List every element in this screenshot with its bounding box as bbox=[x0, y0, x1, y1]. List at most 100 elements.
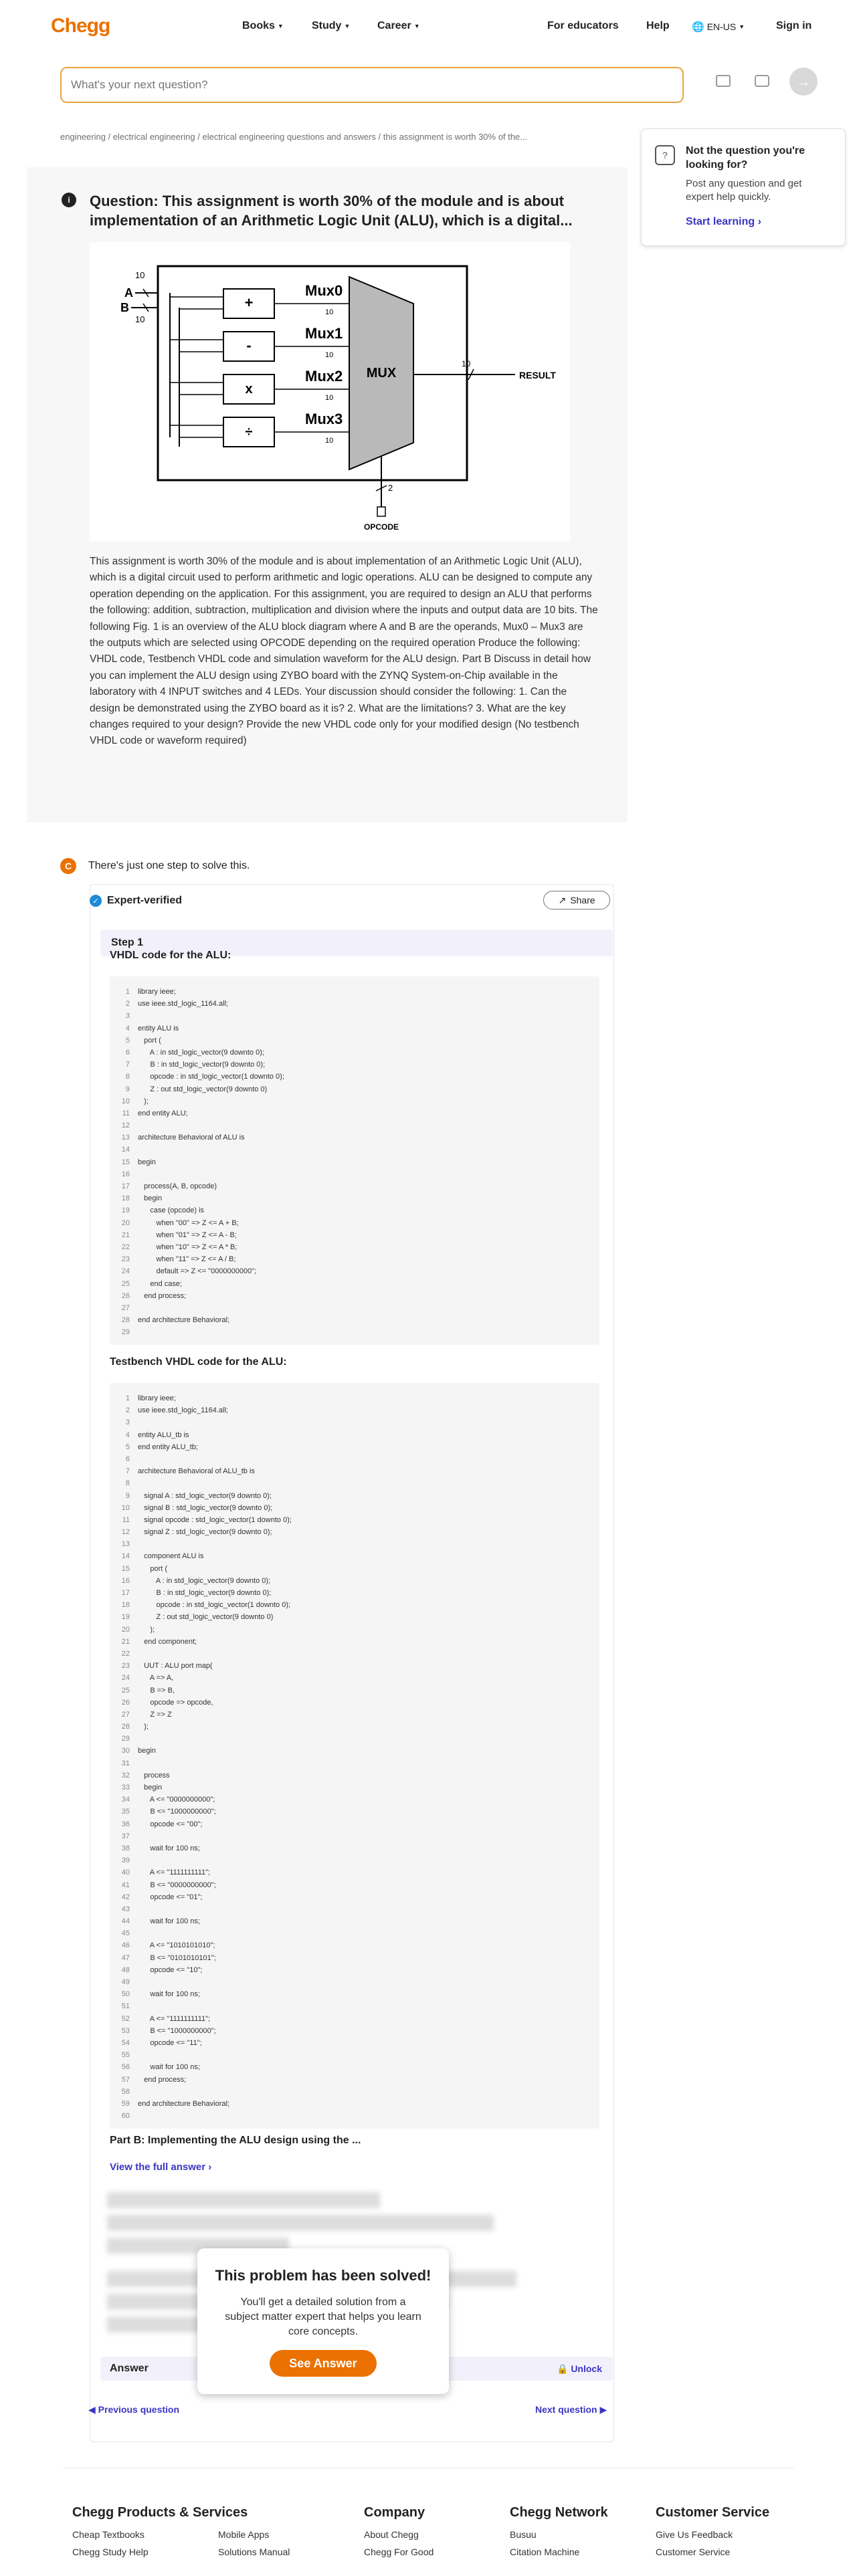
line-number: 29 bbox=[121, 1735, 130, 1743]
code-line: 51 bbox=[110, 2000, 599, 2012]
line-number: 48 bbox=[121, 1965, 130, 1974]
footer-link[interactable]: Citation Machine bbox=[510, 2547, 579, 2557]
footer-link[interactable]: Mobile Apps bbox=[218, 2529, 269, 2540]
code-text: opcode <= "10"; bbox=[138, 1965, 203, 1974]
line-number: 7 bbox=[125, 1467, 130, 1476]
sign-in-link[interactable]: Sign in bbox=[776, 20, 812, 32]
code-text: end entity ALU; bbox=[138, 1109, 188, 1117]
code-text: process bbox=[138, 1771, 170, 1780]
line-number: 37 bbox=[121, 1832, 130, 1840]
code-text: component ALU is bbox=[138, 1552, 204, 1561]
code-line: 5 end entity ALU_tb; bbox=[110, 1441, 599, 1453]
code-line: 46 A <= "1010101010"; bbox=[110, 1939, 599, 1951]
code-text: when "10" => Z <= A * B; bbox=[138, 1243, 237, 1251]
code-line: 6 A : in std_logic_vector(9 downto 0); bbox=[110, 1047, 599, 1059]
line-number: 33 bbox=[121, 1784, 130, 1792]
footer-link[interactable]: Chegg Study Help bbox=[72, 2547, 149, 2557]
code-line: 43 bbox=[110, 1903, 599, 1915]
code-line: 3 bbox=[110, 1416, 599, 1428]
footer-link[interactable]: Chegg For Good bbox=[364, 2547, 434, 2557]
line-number: 40 bbox=[121, 1868, 130, 1877]
question-bubble-icon: ? bbox=[655, 145, 675, 165]
code-text: opcode : in std_logic_vector(1 downto 0)… bbox=[138, 1601, 291, 1610]
footer-link[interactable]: Give Us Feedback bbox=[656, 2529, 733, 2540]
code-text: A : in std_logic_vector(9 downto 0); bbox=[138, 1048, 264, 1057]
line-number: 5 bbox=[125, 1036, 130, 1045]
code-line: 41 B <= "0000000000"; bbox=[110, 1879, 599, 1891]
line-number: 39 bbox=[121, 1856, 130, 1865]
code-line: 20 when "00" => Z <= A + B; bbox=[110, 1217, 599, 1229]
footer-link[interactable]: About Chegg bbox=[364, 2529, 419, 2540]
previous-question-label: Previous question bbox=[98, 2404, 180, 2415]
nav-career[interactable]: Career ▼ bbox=[377, 20, 420, 32]
lock-icon: 🔒 bbox=[556, 2363, 569, 2374]
footer-products-title: Chegg Products & Services bbox=[72, 2505, 248, 2520]
line-number: 16 bbox=[121, 1170, 130, 1178]
code-line: 11 end entity ALU; bbox=[110, 1107, 599, 1119]
line-number: 18 bbox=[121, 1601, 130, 1610]
chegg-logo[interactable]: Chegg bbox=[51, 15, 110, 37]
code-text: case (opcode) is bbox=[138, 1206, 205, 1215]
calculator-icon[interactable] bbox=[755, 75, 769, 87]
op-div: ÷ bbox=[246, 425, 253, 439]
view-full-answer-link[interactable]: View the full answer › bbox=[110, 2161, 211, 2173]
line-number: 10 bbox=[121, 1097, 130, 1105]
search-submit-button[interactable]: → bbox=[789, 68, 818, 96]
next-question-label: Next question bbox=[535, 2404, 597, 2415]
modal-text: You'll get a detailed solution from a su… bbox=[225, 2296, 421, 2337]
code-line: 44 wait for 100 ns; bbox=[110, 1915, 599, 1927]
footer-link[interactable]: Solutions Manual bbox=[218, 2547, 290, 2557]
code-line: 22 when "10" => Z <= A * B; bbox=[110, 1241, 599, 1253]
line-number: 27 bbox=[121, 1303, 130, 1312]
line-number: 17 bbox=[121, 1182, 130, 1190]
line-number: 24 bbox=[121, 1267, 130, 1276]
for-educators-link[interactable]: For educators bbox=[547, 20, 619, 32]
code-line: 27 bbox=[110, 1302, 599, 1314]
image-search-icon[interactable] bbox=[716, 75, 731, 87]
code-text: signal B : std_logic_vector(9 downto 0); bbox=[138, 1503, 273, 1512]
code-line: 52 A <= "1111111111"; bbox=[110, 2013, 599, 2025]
code-line: 1 library ieee; bbox=[110, 986, 599, 998]
code-line: 6 bbox=[110, 1453, 599, 1465]
code-text: signal A : std_logic_vector(9 downto 0); bbox=[138, 1491, 272, 1500]
code-line: 26 end process; bbox=[110, 1290, 599, 1302]
unlock-button[interactable]: 🔒 Unlock bbox=[557, 2363, 602, 2375]
locale-selector[interactable]: 🌐 EN-US ▼ bbox=[692, 21, 745, 33]
expert-verified-badge: ✓ Expert-verified bbox=[90, 895, 182, 907]
previous-question-link[interactable]: ◀ Previous question bbox=[88, 2404, 179, 2416]
nav-study[interactable]: Study ▼ bbox=[312, 20, 350, 32]
code-text: end architecture Behavioral; bbox=[138, 1316, 229, 1325]
code-line: 8 opcode : in std_logic_vector(1 downto … bbox=[110, 1071, 599, 1083]
share-button[interactable]: ↗ Share bbox=[543, 891, 610, 909]
footer-link[interactable]: Customer Service bbox=[656, 2547, 730, 2557]
op-mul: x bbox=[245, 382, 252, 397]
footer-link[interactable]: Cheap Textbooks bbox=[72, 2529, 145, 2540]
code-line: 16 A : in std_logic_vector(9 downto 0); bbox=[110, 1575, 599, 1587]
code-line: 48 opcode <= "10"; bbox=[110, 1964, 599, 1976]
code-text: library ieee; bbox=[138, 988, 176, 996]
code-text: B : in std_logic_vector(9 downto 0); bbox=[138, 1061, 266, 1069]
breadcrumb[interactable]: engineering / electrical engineering / e… bbox=[60, 132, 527, 142]
question-body: This assignment is worth 30% of the modu… bbox=[90, 556, 598, 747]
code-line: 16 bbox=[110, 1168, 599, 1180]
search-input[interactable]: What's your next question? bbox=[60, 67, 684, 103]
help-link[interactable]: Help bbox=[646, 20, 670, 32]
code-line: 54 opcode <= "11"; bbox=[110, 2037, 599, 2049]
line-number: 43 bbox=[121, 1905, 130, 1913]
code-text: port ( bbox=[138, 1036, 161, 1045]
locale-label: EN-US bbox=[706, 21, 737, 32]
testbench-code-block: 1 library ieee; 2 use ieee.std_logic_1164.a… bbox=[110, 1383, 599, 2129]
code-line: 15 begin bbox=[110, 1156, 599, 1168]
question-title: Question: This assignment is worth 30% o… bbox=[90, 193, 573, 229]
line-number: 26 bbox=[121, 1698, 130, 1707]
line-number: 12 bbox=[121, 1121, 130, 1130]
code-line: 45 bbox=[110, 1927, 599, 1939]
start-learning-link[interactable]: Start learning › bbox=[686, 216, 761, 228]
footer-link[interactable]: Busuu bbox=[510, 2529, 537, 2540]
next-question-link[interactable]: Next question ▶ bbox=[535, 2404, 607, 2416]
see-answer-button[interactable]: See Answer bbox=[270, 2350, 377, 2377]
code-text: ); bbox=[138, 1723, 149, 1731]
nav-books[interactable]: Books ▼ bbox=[242, 20, 284, 32]
code-line: 26 opcode => opcode, bbox=[110, 1697, 599, 1709]
code-text: signal Z : std_logic_vector(9 downto 0); bbox=[138, 1528, 272, 1537]
